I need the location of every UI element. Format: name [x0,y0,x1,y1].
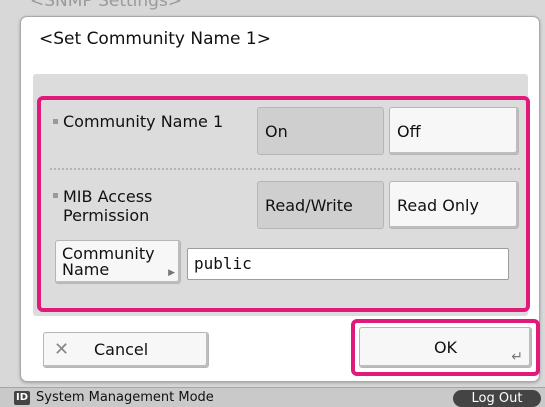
community-name-field[interactable]: public [187,248,509,280]
mib-access-permission-label: MIB Access Permission [63,187,152,225]
dialog-title: <Set Community Name 1> [39,29,271,49]
community-name-1-off-button[interactable]: Off [389,107,519,155]
bullet-icon [53,119,58,124]
mib-read-write-button[interactable]: Read/Write [257,181,384,229]
system-mode-text: System Management Mode [36,390,214,405]
mib-read-only-button[interactable]: Read Only [389,181,519,229]
status-bar: ID System Management Mode Log Out [0,387,545,407]
id-icon: ID [14,391,30,405]
community-name-button[interactable]: Community Name ▶ [55,240,181,284]
enter-icon: ↵ [511,349,523,365]
close-icon: ✕ [54,339,70,360]
logout-button[interactable]: Log Out [453,390,541,407]
cancel-button[interactable]: ✕ Cancel [43,332,209,368]
cancel-button-label: Cancel [94,340,149,359]
row-divider [50,168,520,170]
bullet-icon [53,193,58,198]
mib-access-label-line1: MIB Access [63,187,153,206]
community-name-1-label: Community Name 1 [63,112,224,131]
background-screen-title: <SNMP Settings> [30,0,183,11]
set-community-name-dialog: <Set Community Name 1> Community Name 1 … [20,16,540,382]
ok-button[interactable]: OK ↵ [359,327,532,368]
mib-access-label-line2: Permission [63,206,150,225]
triangle-right-icon: ▶ [168,268,175,278]
ok-button-label: OK [433,338,458,357]
community-name-1-on-button[interactable]: On [257,107,384,155]
community-name-button-line2: Name [62,260,110,279]
